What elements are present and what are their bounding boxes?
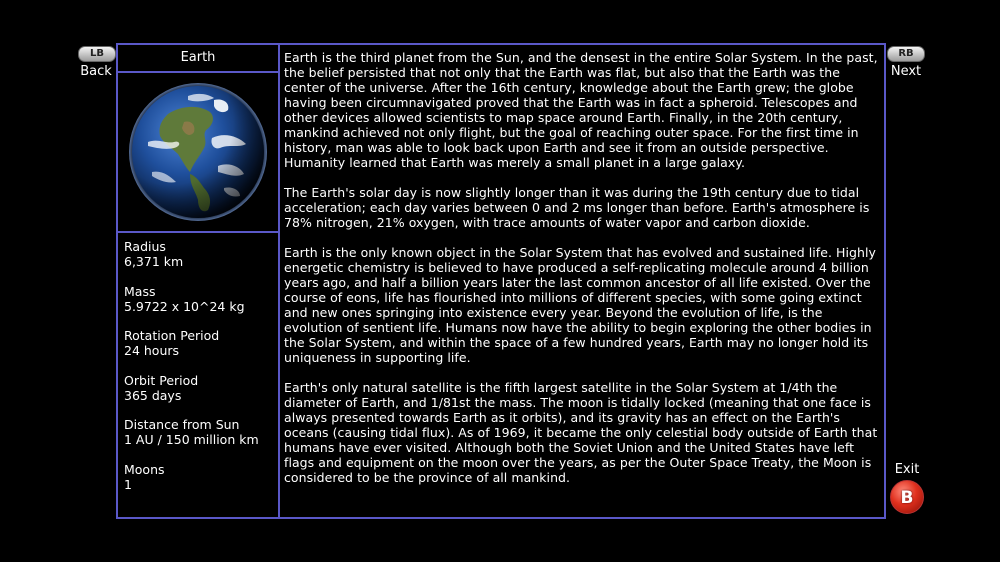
exit-nav[interactable]: Exit B <box>887 462 927 514</box>
stat-distance-from-sun: Distance from Sun 1 AU / 150 million km <box>124 417 278 447</box>
stat-label: Rotation Period <box>124 328 220 343</box>
next-nav[interactable]: RB Next <box>887 45 925 79</box>
stat-mass: Mass 5.9722 x 10^24 kg <box>124 284 278 314</box>
back-label[interactable]: Back <box>78 64 114 79</box>
description-paragraph: Earth is the third planet from the Sun, … <box>284 50 878 170</box>
earth-globe-image <box>129 83 267 221</box>
stat-value: 24 hours <box>124 343 180 358</box>
planet-image-frame <box>118 73 278 233</box>
rb-button-icon[interactable]: RB <box>887 46 925 62</box>
stat-label: Orbit Period <box>124 372 199 388</box>
planet-info-panel: Earth Radius 6,371 km Mass 5.9722 x 10^2… <box>116 43 886 519</box>
stat-orbit-period: Orbit Period 365 days <box>124 373 278 403</box>
stat-label: Moons <box>124 461 165 477</box>
stat-radius: Radius 6,371 km <box>124 239 278 269</box>
planet-sidebar: Earth Radius 6,371 km Mass 5.9722 x 10^2… <box>118 45 280 517</box>
planet-name: Earth <box>118 45 278 73</box>
stat-label: Distance from Sun <box>124 417 240 432</box>
stat-value: 1 <box>124 476 132 492</box>
stat-value: 1 AU / 150 million km <box>124 432 259 447</box>
b-button-icon[interactable]: B <box>890 480 924 514</box>
stat-value: 5.9722 x 10^24 kg <box>124 298 245 314</box>
exit-label[interactable]: Exit <box>887 462 927 477</box>
lb-button-icon[interactable]: LB <box>78 46 116 62</box>
stat-moons: Moons 1 <box>124 462 278 492</box>
stat-label: Mass <box>124 283 156 299</box>
next-label[interactable]: Next <box>887 64 925 79</box>
stat-value: 365 days <box>124 387 182 403</box>
stat-label: Radius <box>124 239 166 254</box>
description-paragraph: The Earth's solar day is now slightly lo… <box>284 185 870 230</box>
stat-value: 6,371 km <box>124 254 184 269</box>
description-paragraph: Earth is the only known object in the So… <box>284 245 876 365</box>
planet-description: Earth is the third planet from the Sun, … <box>284 50 880 500</box>
stat-rotation-period: Rotation Period 24 hours <box>124 328 278 358</box>
back-nav[interactable]: LB Back <box>78 45 116 79</box>
description-paragraph: Earth's only natural satellite is the fi… <box>284 380 878 485</box>
planet-stats: Radius 6,371 km Mass 5.9722 x 10^24 kg R… <box>118 233 278 492</box>
